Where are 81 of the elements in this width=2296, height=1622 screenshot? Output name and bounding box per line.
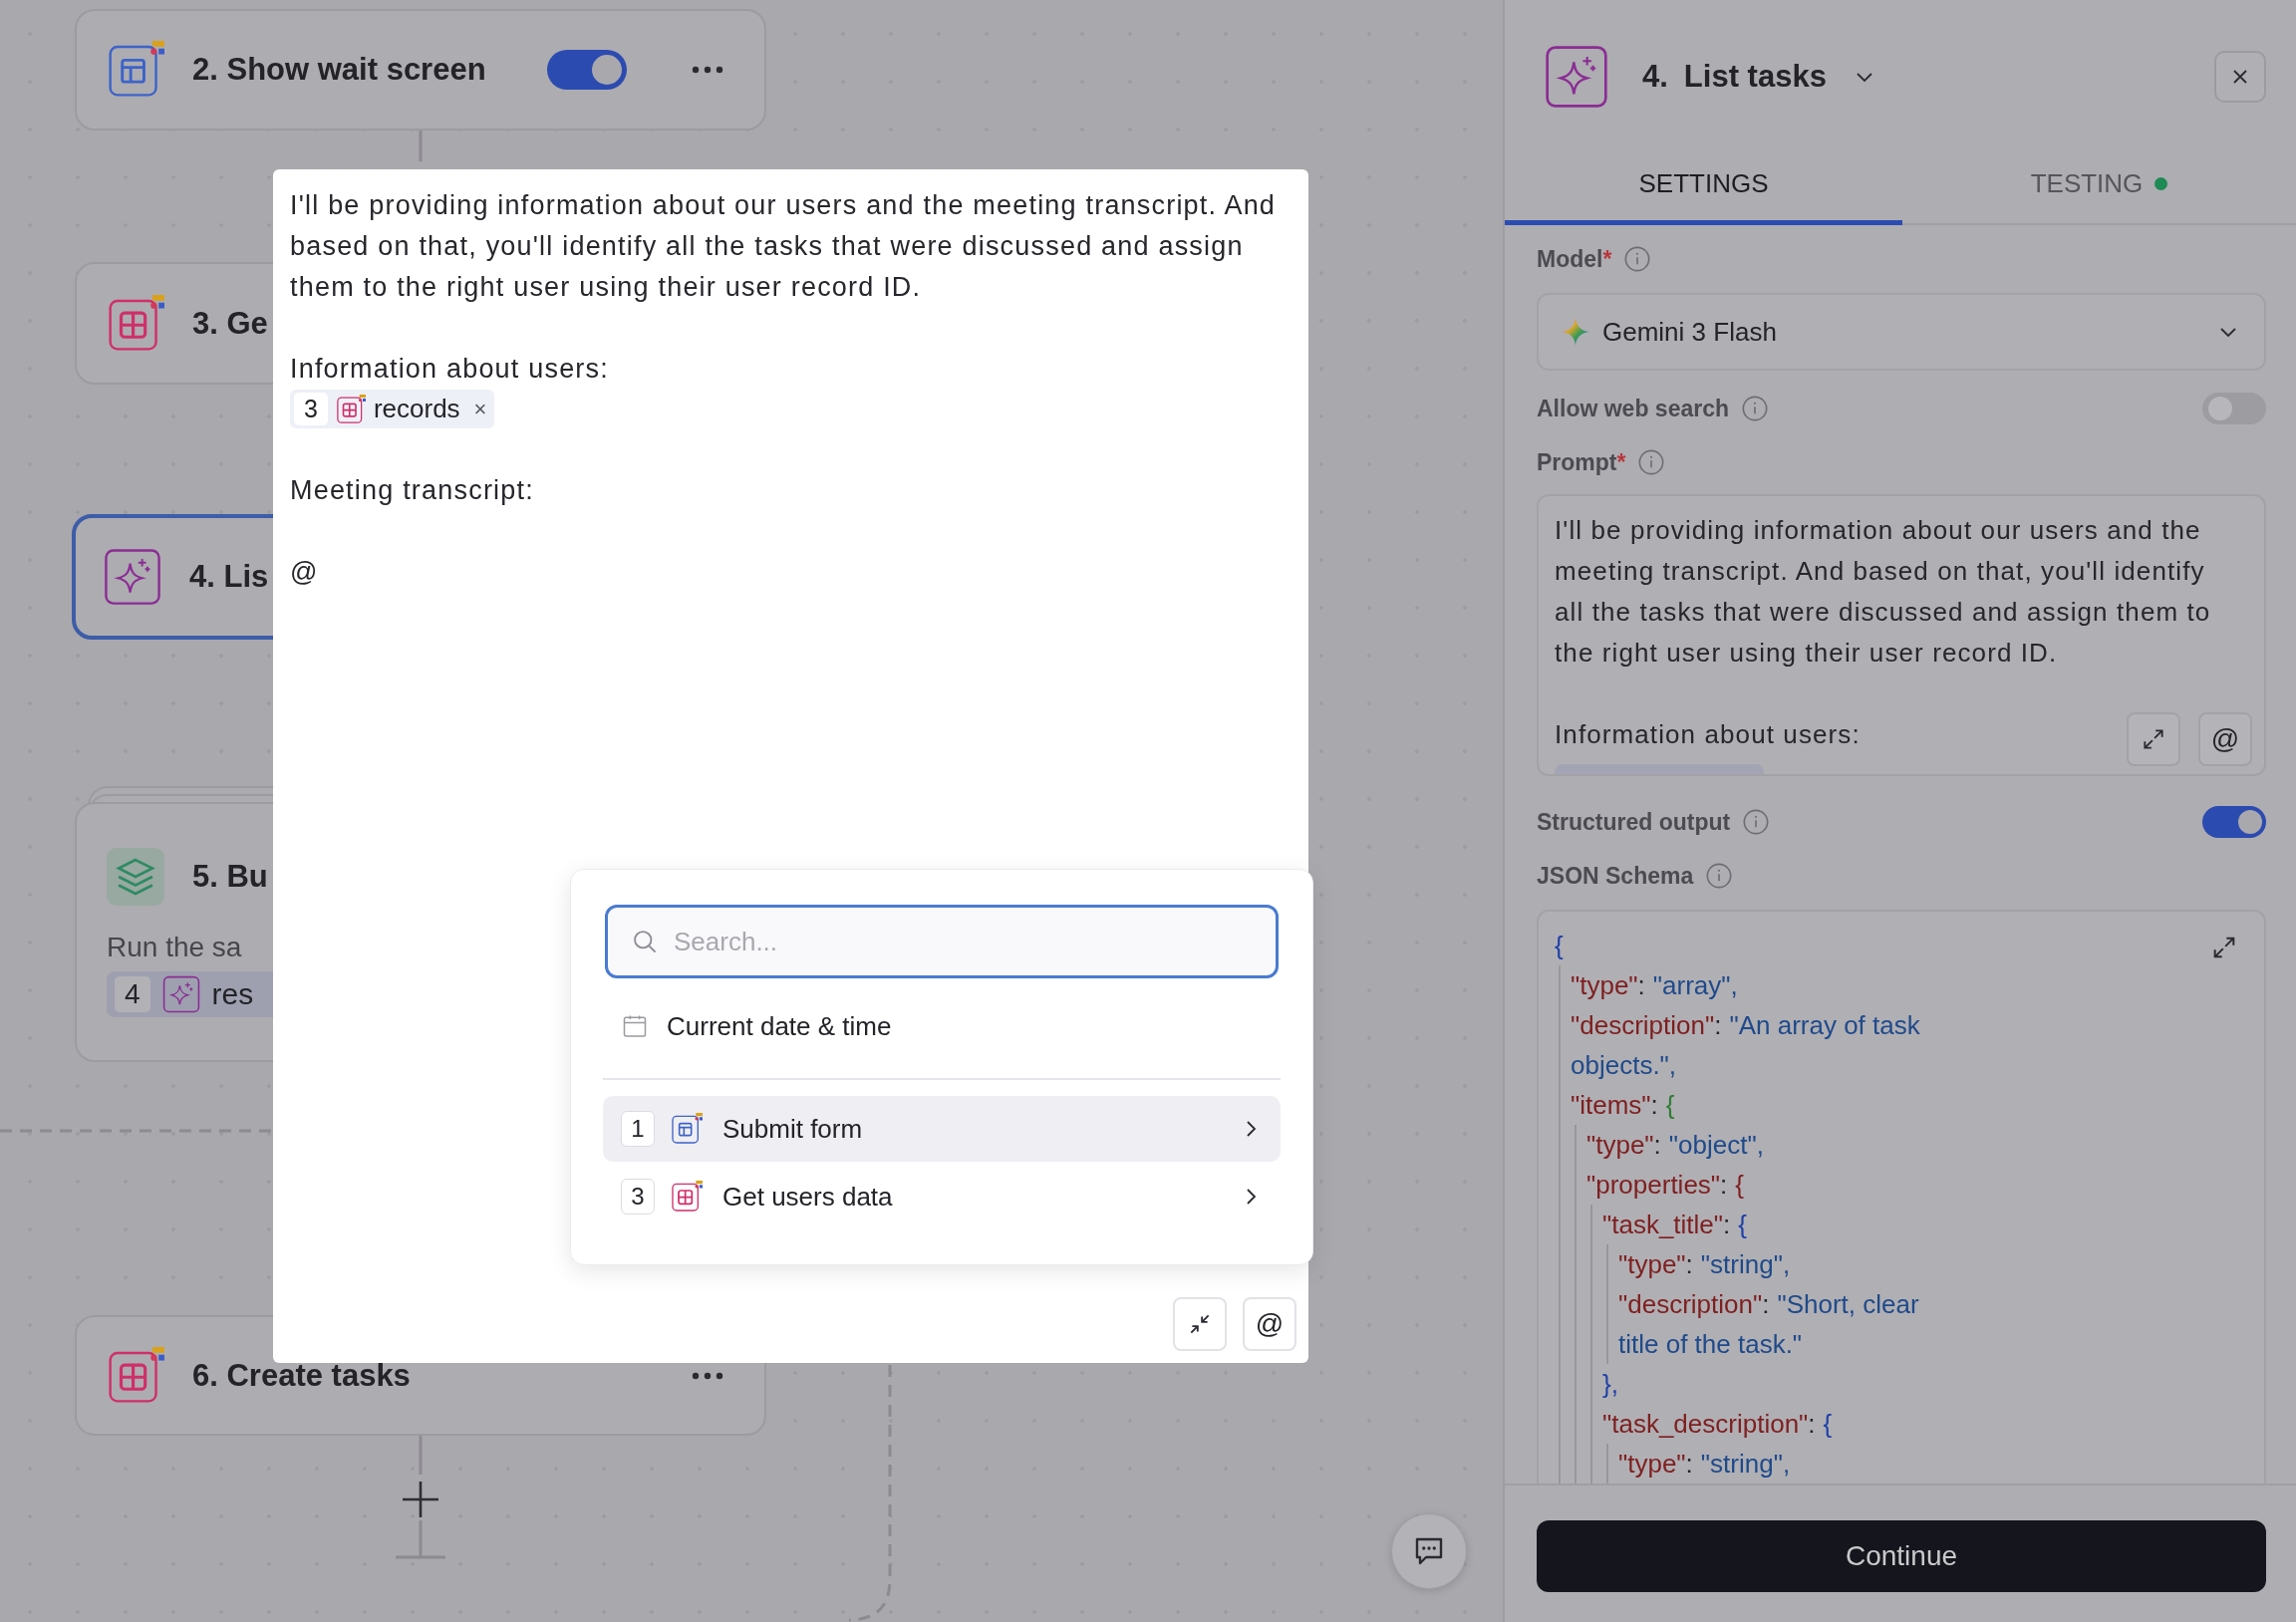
code-line: "type": "string", [1618, 1448, 1792, 1481]
sparkle-icon [1561, 317, 1590, 347]
table-icon [107, 1346, 164, 1405]
form-icon [107, 41, 164, 99]
code-line: "type": "string", [1618, 1248, 1792, 1281]
connector-line [394, 1518, 447, 1559]
table-icon [335, 394, 366, 424]
info-icon [1742, 808, 1771, 836]
prompt-text: @ [290, 556, 319, 589]
more-icon[interactable] [691, 64, 724, 76]
plus-icon[interactable] [401, 1480, 440, 1519]
step-title: 6. Create tasks [192, 1357, 411, 1394]
step-title: 4. Lis [189, 559, 269, 595]
step-title: 3. Ge [192, 305, 268, 342]
field-label: Structured output [1537, 808, 1731, 836]
prompt-text: Meeting transcript: [290, 474, 534, 507]
sparkle-icon [161, 974, 200, 1013]
field-label: Model [1537, 245, 1603, 273]
step-title: 5. Bu [192, 858, 268, 895]
step-title: 2. Show wait screen [192, 52, 486, 88]
toggle-switch[interactable] [2202, 393, 2266, 424]
code-line: "items": { [1571, 1089, 1676, 1122]
step-number: 4. [1642, 59, 1668, 95]
toggle-switch[interactable] [547, 50, 627, 90]
close-button[interactable] [2214, 51, 2266, 103]
code-line: "type": "object", [1586, 1129, 1765, 1162]
sparkle-icon [1545, 45, 1608, 109]
continue-button[interactable]: Continue [1537, 1520, 2266, 1592]
table-icon [107, 294, 164, 353]
code-line: "task_title": { [1602, 1209, 1748, 1241]
prompt-text: I'll be providing information about our users and the meeting transcript. And based on that, you'll identify all the tasks that were discussed and assign them to the right user using their user record ID. [290, 189, 1278, 304]
required-mark: * [1602, 245, 1612, 273]
step-description: Run the sa [107, 931, 242, 963]
toggle-switch[interactable] [2202, 806, 2266, 838]
prompt-text: Information about users: [290, 353, 609, 386]
menu-item[interactable]: Current date & time [603, 982, 1281, 1070]
required-mark: * [1616, 448, 1626, 476]
form-icon [671, 1113, 703, 1145]
field-label: Allow web search [1537, 395, 1729, 422]
chip-label: records [373, 394, 460, 424]
chip-label: res [211, 976, 254, 1011]
search-field[interactable]: Search... [605, 905, 1279, 978]
step-number: 3 [294, 393, 328, 425]
menu-item[interactable]: 3 Get users data [603, 1164, 1281, 1229]
menu-item-label: Get users data [722, 1181, 894, 1213]
search-icon [631, 928, 659, 955]
info-icon [1623, 245, 1652, 273]
info-icon [1705, 862, 1734, 890]
step-number: 3 [621, 1179, 655, 1215]
table-icon [671, 1181, 703, 1213]
info-icon [1637, 448, 1666, 476]
panel-title: List tasks [1683, 59, 1827, 95]
field-label: Prompt [1537, 448, 1617, 476]
prompt-text: I'll be providing information about our users and the meeting transcript. And based on that, you'll identify all the tasks that were discussed and assign them to the right user using their user record ID. [1555, 514, 2212, 670]
info-icon [1741, 395, 1769, 422]
step-number: 4 [115, 975, 150, 1012]
model-dropdown[interactable]: Gemini 3 Flash [1537, 293, 2266, 371]
code-line: "type": "array", [1571, 969, 1739, 1002]
expand-button[interactable] [2127, 712, 2180, 766]
code-editor[interactable] [1537, 910, 2266, 1484]
prompt-text: Information about users: [1555, 718, 1861, 751]
remove-button[interactable]: × [473, 396, 487, 422]
code-line: }, [1602, 1368, 1619, 1401]
step-card[interactable]: 2. Show wait screen [75, 9, 766, 131]
menu-item-label: Submit form [722, 1113, 864, 1145]
mention-button[interactable]: @ [1243, 1297, 1296, 1351]
code-line: { [1555, 930, 1565, 962]
menu-item[interactable]: 1 Submit form [603, 1096, 1281, 1162]
tab[interactable]: SETTINGS [1505, 147, 1902, 225]
expand-icon [2141, 726, 2166, 752]
mention-button[interactable]: @ [2198, 712, 2252, 766]
step-number: 1 [621, 1111, 655, 1147]
field-label: JSON Schema [1537, 862, 1694, 890]
code-line: "task_description": { [1602, 1408, 1834, 1441]
code-line: "description": "Short, clear title of the task." [1618, 1288, 1920, 1361]
collapse-button[interactable] [1173, 1297, 1227, 1351]
sparkle-icon [104, 548, 161, 606]
layers-icon [107, 847, 164, 906]
prompt-field[interactable] [1537, 494, 2266, 776]
code-line: "description": "An array of task objects.", [1571, 1009, 1921, 1082]
code-line: "properties": { [1586, 1169, 1745, 1202]
